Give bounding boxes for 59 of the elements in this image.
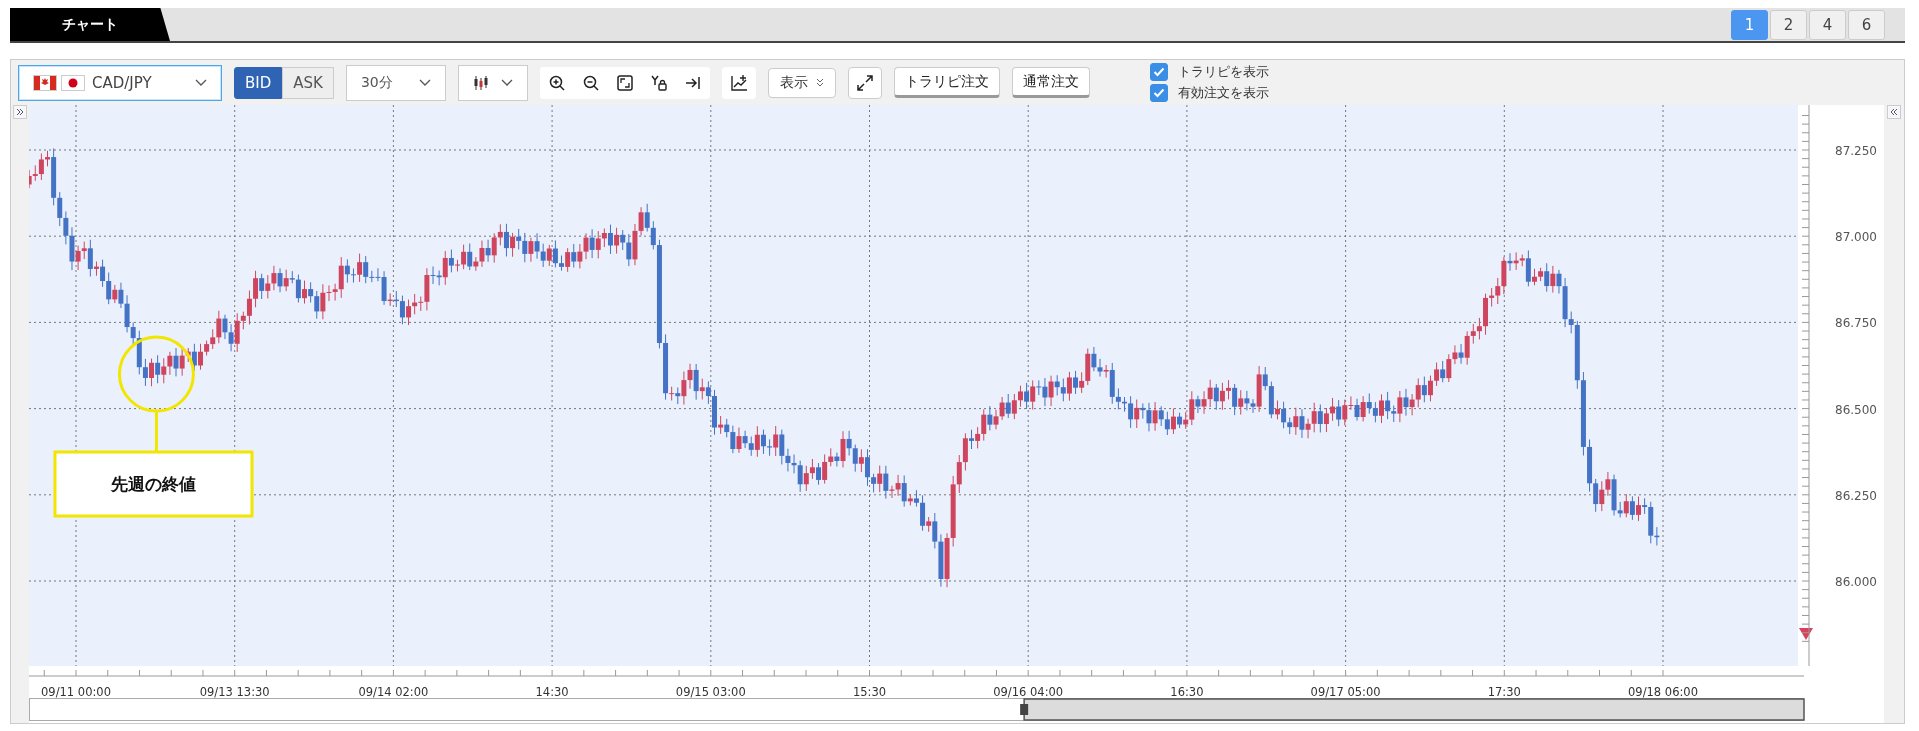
double-chevron-left-icon <box>1890 108 1898 116</box>
x-axis-label: 15:30 <box>852 685 887 699</box>
expand-left-button[interactable] <box>13 105 27 119</box>
add-indicator-button[interactable] <box>721 66 756 99</box>
symbol-label: CAD/JPY <box>92 73 153 92</box>
chart-tab[interactable]: チャート <box>10 8 170 41</box>
price-side-button[interactable]: BID <box>234 66 283 99</box>
price-side-button[interactable]: ASK <box>282 66 334 99</box>
canada-flag-icon <box>33 74 57 91</box>
zoom-out-icon <box>582 74 599 91</box>
x-axis-label: 09/18 06:00 <box>1628 685 1698 699</box>
chevron-down-icon <box>195 79 207 86</box>
y-axis-label: 87.250 <box>1835 144 1877 158</box>
y-axis-label: 86.250 <box>1835 488 1877 503</box>
callout-label: 先週の終値 <box>110 474 196 494</box>
x-axis-label: 17:30 <box>1487 685 1521 699</box>
double-chevron-down-icon <box>815 78 824 87</box>
x-axis-label: 09/13 13:30 <box>199 685 270 699</box>
japan-flag-icon <box>61 74 85 91</box>
zoom-in-icon <box>548 74 565 91</box>
chevron-down-icon <box>418 79 431 86</box>
y-lock-icon <box>650 74 667 91</box>
x-axis-label: 09/17 05:00 <box>1310 685 1381 699</box>
symbol-dropdown[interactable]: CAD/JPY <box>18 64 222 101</box>
checkbox[interactable] <box>1149 63 1168 81</box>
down-triangle-icon <box>1799 628 1813 640</box>
collapse-right-button[interactable] <box>1887 105 1901 119</box>
y-axis-label: 86.000 <box>1835 575 1877 589</box>
x-axis-label: 16:30 <box>1170 685 1204 699</box>
chart-plus-icon <box>729 73 748 92</box>
arrow-to-end-icon <box>684 74 701 91</box>
checkbox[interactable] <box>1149 84 1168 102</box>
y-axis-label: 86.750 <box>1835 316 1877 331</box>
timeframe-label: 30分 <box>360 73 393 92</box>
layout-button[interactable]: 2 <box>1770 10 1807 40</box>
fullscreen-button[interactable] <box>847 66 882 99</box>
checkbox-label: 有効注文を表示 <box>1177 84 1269 102</box>
x-axis-label: 14:30 <box>535 685 569 699</box>
navigator-handle <box>1020 704 1029 715</box>
expand-arrows-icon <box>856 74 873 91</box>
order-button[interactable]: 通常注文 <box>1011 67 1090 98</box>
display-menu-button[interactable]: 表示 <box>767 67 836 98</box>
layout-button[interactable]: 4 <box>1809 10 1846 40</box>
chart-type-dropdown[interactable] <box>457 64 528 101</box>
layout-button[interactable]: 6 <box>1848 10 1885 40</box>
y-axis-label: 86.500 <box>1835 402 1877 417</box>
candlestick-icon <box>472 74 489 91</box>
x-axis-label: 09/11 00:00 <box>41 685 111 699</box>
y-axis-label: 87.000 <box>1835 230 1877 245</box>
double-chevron-right-icon <box>16 108 24 116</box>
x-axis-label: 09/15 03:00 <box>675 685 746 699</box>
x-axis-label: 09/16 04:00 <box>993 685 1064 699</box>
x-axis-label: 09/14 02:00 <box>358 685 429 699</box>
order-button[interactable]: トラリピ注文 <box>893 67 1000 98</box>
display-label: 表示 <box>779 73 808 92</box>
fit-screen-icon <box>616 74 633 91</box>
timeframe-dropdown[interactable]: 30分 <box>345 64 446 101</box>
checkbox-label: トラリピを表示 <box>1177 63 1269 81</box>
chevron-down-icon <box>500 79 513 86</box>
